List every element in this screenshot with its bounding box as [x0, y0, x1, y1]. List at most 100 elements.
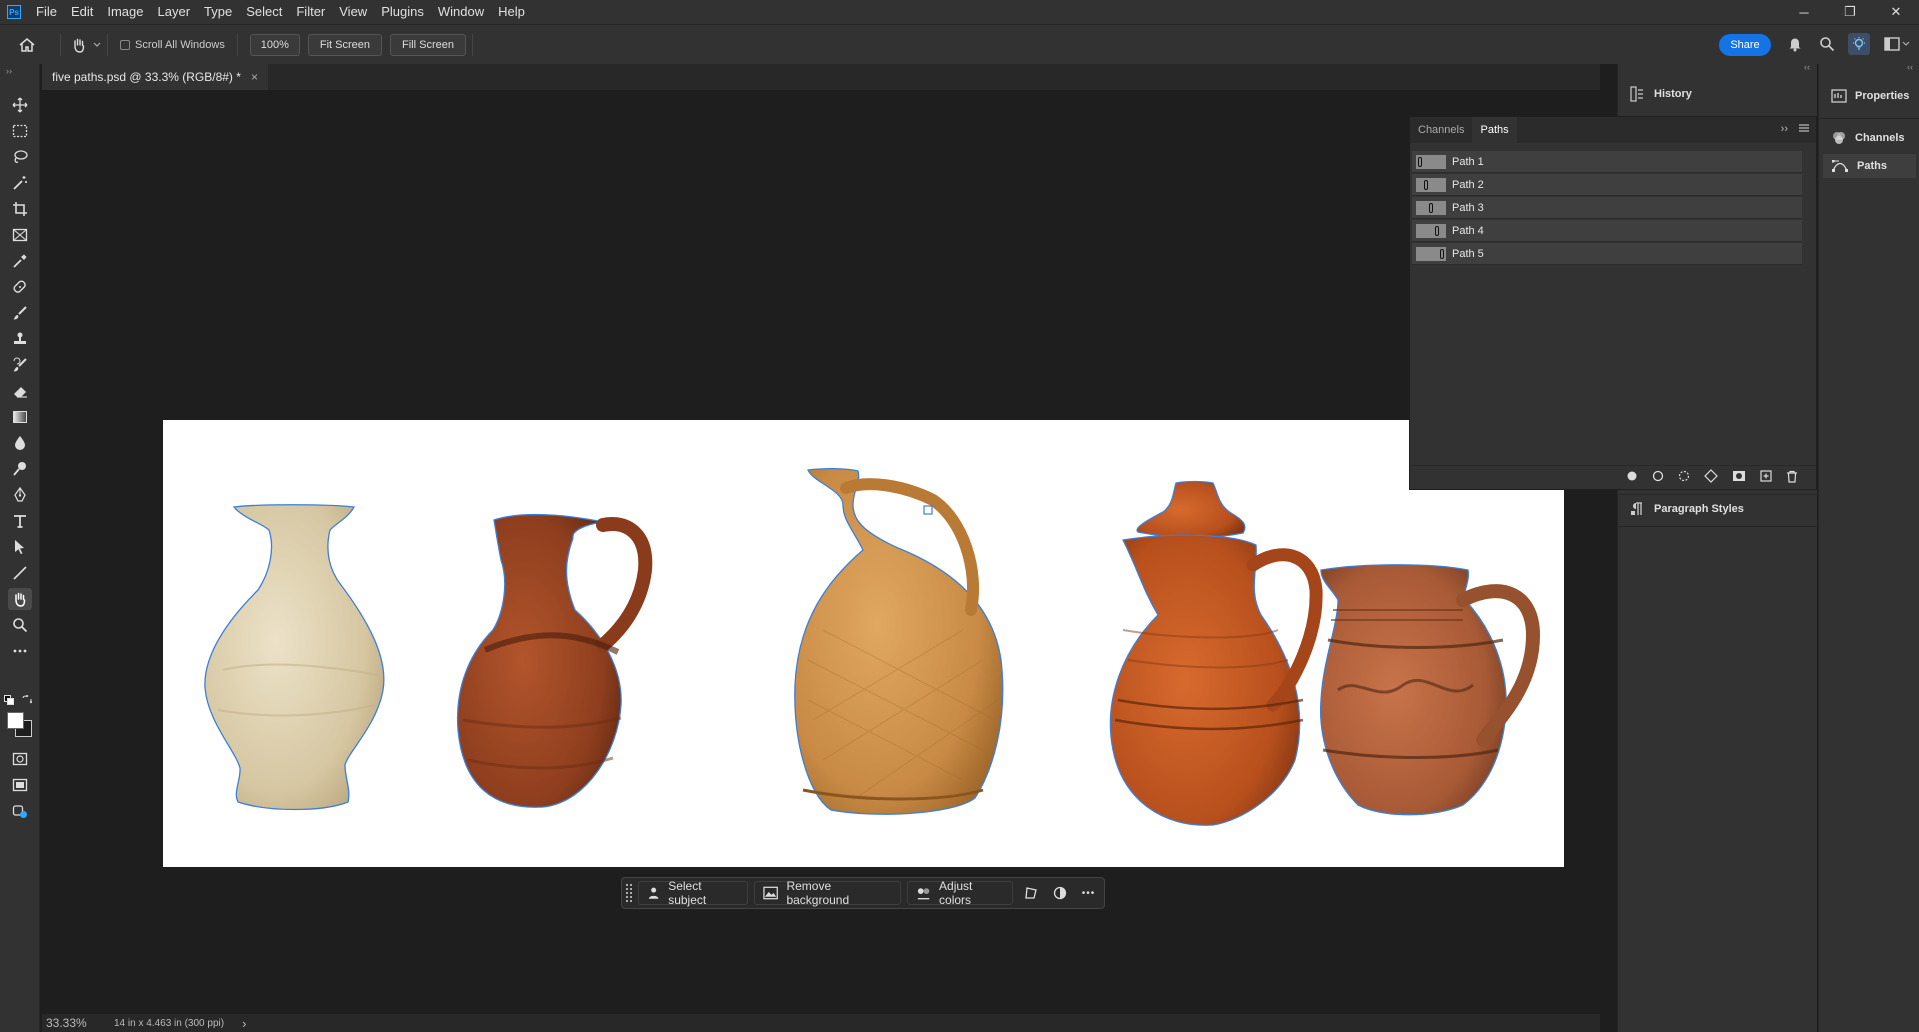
more-options-icon[interactable]: ••• [1077, 881, 1100, 905]
bell-icon[interactable] [1784, 33, 1806, 55]
tab-paths[interactable]: Paths [1472, 117, 1517, 143]
brush-tool-icon[interactable] [8, 302, 32, 324]
rightcol-collapse-icon[interactable]: ‹‹ [1907, 62, 1913, 72]
channels-panel-button[interactable]: Channels [1823, 126, 1916, 150]
more-tools-icon[interactable] [8, 640, 32, 662]
type-tool-icon[interactable] [8, 510, 32, 532]
path-row-2[interactable]: Path 2 [1412, 174, 1802, 196]
eyedropper-tool-icon[interactable] [8, 250, 32, 272]
close-button[interactable]: ✕ [1873, 0, 1919, 24]
search-icon[interactable] [1816, 33, 1838, 55]
menu-view[interactable]: View [332, 0, 374, 24]
status-expand-icon[interactable]: › [242, 1016, 246, 1031]
load-as-selection-icon[interactable] [1678, 470, 1690, 485]
delete-path-icon[interactable] [1786, 470, 1798, 486]
menu-file[interactable]: File [29, 0, 64, 24]
restore-button[interactable]: ❐ [1827, 0, 1873, 24]
menu-help[interactable]: Help [491, 0, 532, 24]
zoom-tool-icon[interactable] [8, 614, 32, 636]
paths-panel-button[interactable]: Paths [1823, 154, 1916, 178]
path-row-3[interactable]: Path 3 [1412, 197, 1802, 219]
fill-screen-button[interactable]: Fill Screen [390, 33, 466, 56]
magic-wand-tool-icon[interactable] [8, 172, 32, 194]
clone-stamp-tool-icon[interactable] [8, 328, 32, 350]
screen-mode-icon[interactable] [8, 774, 32, 796]
foreground-color-swatch[interactable] [7, 712, 24, 729]
menu-type[interactable]: Type [197, 0, 239, 24]
workspace-icon[interactable] [1880, 33, 1914, 55]
panel-divider [1618, 526, 1818, 527]
dock-collapse-icon[interactable]: ‹‹ [1804, 62, 1810, 72]
menu-edit[interactable]: Edit [64, 0, 100, 24]
collapsed-panels-column: ‹‹ Properties Channels Paths [1818, 62, 1919, 1032]
fill-path-icon[interactable] [1626, 470, 1638, 485]
dodge-tool-icon[interactable] [8, 458, 32, 480]
swap-colors-icon[interactable] [22, 694, 33, 704]
lightbulb-icon[interactable] [1848, 33, 1870, 55]
path-row-4[interactable]: Path 4 [1412, 220, 1802, 242]
pen-tool-icon[interactable] [8, 484, 32, 506]
lasso-tool-icon[interactable] [8, 146, 32, 168]
toolbar-collapse-icon[interactable]: ›› [6, 66, 12, 76]
properties-label: Properties [1855, 90, 1910, 102]
vase-5 [1319, 564, 1541, 816]
menu-plugins[interactable]: Plugins [374, 0, 431, 24]
move-tool-icon[interactable] [8, 94, 32, 116]
status-bar: 33.33% 14 in x 4.463 in (300 ppi) › [42, 1014, 1600, 1032]
crop-tool-icon[interactable] [8, 198, 32, 220]
menu-layer[interactable]: Layer [151, 0, 198, 24]
scroll-all-windows-checkbox[interactable]: Scroll All Windows [120, 39, 225, 51]
collapse-panel-icon[interactable]: ›› [1781, 123, 1788, 136]
stroke-path-icon[interactable] [1652, 470, 1664, 485]
tab-channels[interactable]: Channels [1410, 117, 1472, 143]
options-bar: Scroll All Windows 100% Fit Screen Fill … [0, 24, 1919, 64]
new-path-icon[interactable] [1760, 470, 1772, 485]
close-tab-icon[interactable]: × [251, 70, 258, 84]
hand-tool-icon[interactable] [8, 588, 32, 610]
zoom-100-button[interactable]: 100% [249, 33, 300, 56]
path-row-5[interactable]: Path 5 [1412, 243, 1802, 265]
blur-tool-icon[interactable] [8, 432, 32, 454]
eraser-tool-icon[interactable] [8, 380, 32, 402]
remove-background-button[interactable]: Remove background [754, 879, 901, 907]
path-1-thumbnail [1416, 154, 1446, 169]
document-canvas[interactable] [163, 420, 1564, 867]
share-for-review-icon[interactable] [8, 800, 32, 822]
panel-menu-icon[interactable] [1798, 123, 1810, 136]
properties-panel-button[interactable]: Properties [1823, 84, 1916, 108]
select-subject-button[interactable]: Select subject [637, 879, 749, 907]
quick-mask-icon[interactable] [8, 748, 32, 770]
canvas-area[interactable]: Select subject Remove background Adjust … [42, 90, 1600, 1014]
share-button[interactable]: Share [1719, 34, 1771, 56]
transform-icon[interactable] [1019, 881, 1042, 905]
adjustment-icon[interactable] [1048, 881, 1071, 905]
healing-brush-tool-icon[interactable] [8, 276, 32, 298]
document-tab[interactable]: five paths.psd @ 33.3% (RGB/8#) * × [42, 64, 268, 90]
menu-select[interactable]: Select [239, 0, 289, 24]
line-tool-icon[interactable] [8, 562, 32, 584]
default-colors-icon[interactable] [4, 694, 14, 705]
paragraph-styles-panel-tab[interactable]: Paragraph Styles [1618, 494, 1818, 522]
minimize-button[interactable]: ─ [1781, 0, 1827, 24]
drag-handle-icon[interactable] [626, 884, 632, 902]
zoom-level[interactable]: 33.33% [46, 1016, 114, 1030]
adjust-colors-button[interactable]: Adjust colors [906, 879, 1014, 907]
add-mask-icon[interactable] [1732, 470, 1746, 485]
frame-tool-icon[interactable] [8, 224, 32, 246]
checkbox-box [120, 39, 130, 50]
home-button[interactable] [0, 37, 54, 53]
vase-2 [456, 513, 653, 808]
path-row-1[interactable]: Path 1 [1412, 151, 1802, 173]
vase-4 [1109, 480, 1323, 826]
marquee-tool-icon[interactable] [8, 120, 32, 142]
menu-filter[interactable]: Filter [289, 0, 332, 24]
make-work-path-icon[interactable] [1704, 469, 1718, 486]
menu-image[interactable]: Image [100, 0, 150, 24]
history-brush-tool-icon[interactable] [8, 354, 32, 376]
hand-tool-preset[interactable] [71, 37, 101, 53]
history-panel-tab[interactable]: History [1618, 80, 1818, 108]
gradient-tool-icon[interactable] [8, 406, 32, 428]
fit-screen-button[interactable]: Fit Screen [307, 33, 382, 56]
path-selection-tool-icon[interactable] [8, 536, 32, 558]
menu-window[interactable]: Window [431, 0, 491, 24]
